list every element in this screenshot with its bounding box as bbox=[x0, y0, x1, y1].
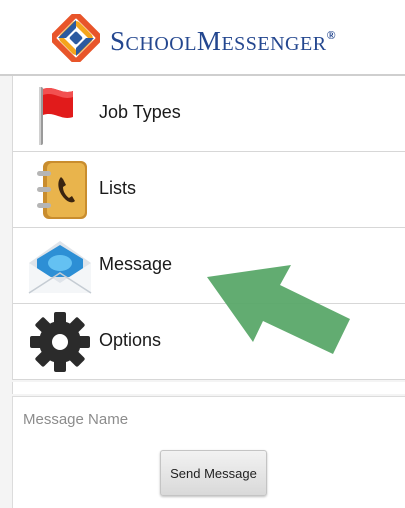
app-header: SCHOOLMESSENGER® bbox=[0, 0, 405, 76]
menu-item-label: Options bbox=[99, 330, 162, 350]
brand-name: SCHOOLMESSENGER® bbox=[110, 26, 337, 56]
envelope-icon bbox=[28, 241, 92, 294]
menu-item-label: Job Types bbox=[99, 102, 181, 122]
send-message-button[interactable]: Send Message bbox=[160, 450, 267, 496]
main-menu: Job Types Lists Message Options bbox=[12, 76, 405, 380]
menu-spacer bbox=[12, 382, 405, 394]
menu-item-message[interactable]: Message bbox=[13, 228, 405, 304]
message-name-field-wrap bbox=[12, 396, 405, 444]
gear-icon bbox=[30, 312, 90, 372]
red-flag-icon bbox=[39, 87, 73, 145]
menu-item-options[interactable]: Options bbox=[13, 304, 405, 380]
message-name-input[interactable] bbox=[13, 397, 393, 441]
schoolmessenger-logo-icon bbox=[52, 14, 100, 62]
menu-item-lists[interactable]: Lists bbox=[13, 152, 405, 228]
menu-item-label: Lists bbox=[99, 178, 137, 198]
menu-item-job-types[interactable]: Job Types bbox=[13, 76, 405, 152]
menu-item-label: Message bbox=[99, 254, 173, 274]
address-book-icon bbox=[37, 161, 87, 219]
